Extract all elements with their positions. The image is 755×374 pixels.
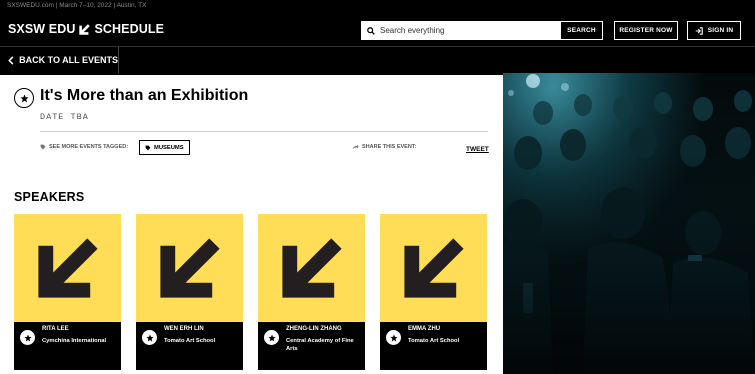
- brand-name: SXSW EDU: [8, 22, 76, 36]
- back-label: BACK TO ALL EVENTS: [19, 55, 118, 65]
- favorite-speaker-button[interactable]: [141, 329, 158, 346]
- speaker-name: ZHENG-LIN ZHANG: [286, 326, 342, 332]
- sxsw-arrow-icon: [159, 238, 220, 298]
- star-icon: [19, 93, 29, 102]
- speaker-card[interactable]: WEN ERH LIN Tomato Art School: [136, 214, 243, 370]
- star-icon: [23, 333, 32, 341]
- tag-icon: [145, 145, 151, 150]
- speaker-photo-placeholder: [380, 214, 487, 322]
- top-info-strip: SXSWEDU.com | March 7–10, 2022 | Austin,…: [0, 0, 755, 12]
- search-input[interactable]: [380, 26, 560, 35]
- divider: [40, 131, 488, 132]
- signin-icon: [695, 26, 703, 35]
- share-label-text: SHARE THIS EVENT:: [362, 144, 417, 150]
- back-to-all-events-button[interactable]: BACK TO ALL EVENTS: [0, 47, 119, 73]
- speaker-card[interactable]: EMMA ZHU Tomato Art School: [380, 214, 487, 370]
- brand-schedule: SCHEDULE: [94, 22, 165, 36]
- share-icon: [352, 144, 359, 150]
- tag-museums[interactable]: MUSEUMS: [139, 140, 190, 155]
- speaker-name: EMMA ZHU: [408, 326, 441, 332]
- speaker-name: RITA LEE: [42, 326, 69, 332]
- chevron-left-icon: [8, 55, 14, 65]
- speaker-name: WEN ERH LIN: [164, 326, 204, 332]
- speaker-organization: Tomato Art School: [408, 338, 460, 344]
- speaker-organization: Tomato Art School: [164, 338, 216, 344]
- speaker-card[interactable]: ZHENG-LIN ZHANG Central Academy of Fine …: [258, 214, 365, 370]
- favorite-event-button[interactable]: [14, 88, 34, 108]
- speakers-heading: SPEAKERS: [14, 190, 85, 204]
- audience-photo: [503, 73, 755, 374]
- star-icon: [389, 333, 398, 341]
- share-label: SHARE THIS EVENT:: [352, 144, 416, 150]
- search-button[interactable]: SEARCH: [560, 21, 603, 40]
- sxsw-arrow-icon: [403, 238, 464, 298]
- speaker-info: WEN ERH LIN Tomato Art School: [136, 322, 243, 370]
- speaker-info: EMMA ZHU Tomato Art School: [380, 322, 487, 370]
- tagged-label: SEE MORE EVENTS TAGGED:: [40, 144, 128, 150]
- search-box: [361, 21, 560, 40]
- sxsw-arrow-icon: [37, 238, 98, 298]
- event-detail-panel: It's More than an Exhibition DATE TBA SE…: [0, 75, 503, 374]
- tag-icon: [40, 144, 46, 150]
- register-now-button[interactable]: REGISTER NOW: [614, 21, 678, 40]
- tweet-link[interactable]: TWEET: [466, 146, 489, 153]
- sign-in-button[interactable]: SIGN IN: [687, 21, 741, 40]
- speaker-photo-placeholder: [136, 214, 243, 322]
- sub-navigation-bar: BACK TO ALL EVENTS: [0, 46, 755, 73]
- audience-photo-illustration: [503, 73, 755, 374]
- favorite-speaker-button[interactable]: [385, 329, 402, 346]
- site-header: SXSW EDU SCHEDULE SEARCH REGISTER NOW SI…: [0, 12, 755, 46]
- tagged-label-text: SEE MORE EVENTS TAGGED:: [49, 144, 129, 150]
- star-icon: [267, 333, 276, 341]
- speaker-card[interactable]: RITA LEE Cymchina International: [14, 214, 121, 370]
- sign-in-label: SIGN IN: [707, 27, 734, 34]
- event-date: DATE TBA: [40, 112, 89, 122]
- tag-label: MUSEUMS: [154, 144, 184, 151]
- event-title: It's More than an Exhibition: [40, 87, 249, 104]
- brand-logo[interactable]: SXSW EDU SCHEDULE: [8, 22, 164, 36]
- favorite-speaker-button[interactable]: [19, 329, 36, 346]
- favorite-speaker-button[interactable]: [263, 329, 280, 346]
- star-icon: [145, 333, 154, 341]
- speaker-photo-placeholder: [14, 214, 121, 322]
- speaker-info: RITA LEE Cymchina International: [14, 322, 121, 370]
- speaker-organization: Central Academy of Fine Arts: [286, 338, 354, 352]
- speaker-info: ZHENG-LIN ZHANG Central Academy of Fine …: [258, 322, 365, 370]
- sxsw-arrow-icon: [281, 238, 342, 298]
- search-icon: [367, 26, 375, 35]
- speaker-organization: Cymchina International: [42, 338, 107, 344]
- speaker-photo-placeholder: [258, 214, 365, 322]
- sxsw-arrow-icon: [79, 23, 91, 35]
